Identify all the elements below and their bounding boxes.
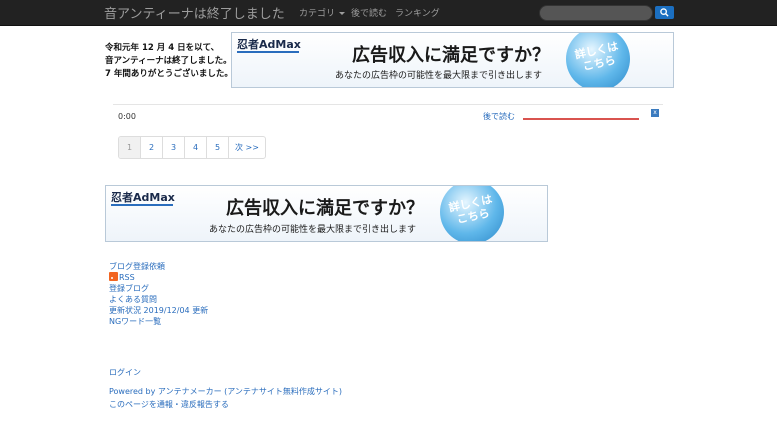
search-input[interactable] (539, 5, 653, 21)
ad-banner-top[interactable]: 忍者AdMax 広告収入に満足ですか？ あなたの広告枠の可能性を最大限まで引き出… (231, 32, 674, 88)
audio-player: 0:00 後で読む x (113, 104, 663, 125)
page-5[interactable]: 5 (207, 137, 229, 158)
ad-subline: あなたの広告枠の可能性を最大限まで引き出します (335, 71, 543, 81)
bottom-links: ログイン Powered by アンテナメーカー (アンテナサイト無料作成サイト… (109, 366, 342, 411)
page-3[interactable]: 3 (163, 137, 185, 158)
rss-link[interactable]: RSS (109, 272, 208, 283)
ad-subline: あなたの広告枠の可能性を最大限まで引き出します (209, 225, 417, 235)
top-navbar: 音アンティーナは終了しました カテゴリ 後で読む ランキング (0, 0, 777, 26)
page-2[interactable]: 2 (141, 137, 163, 158)
ad-logo-underline (237, 51, 299, 53)
pagination: 1 2 3 4 5 次 >> (118, 136, 266, 159)
report-link[interactable]: このページを通報・違反報告する (109, 398, 342, 411)
notice-line: 音アンティーナは終了しました。 (105, 56, 232, 66)
page-4[interactable]: 4 (185, 137, 207, 158)
close-button[interactable]: x (651, 109, 659, 117)
closure-notice: 令和元年 12 月 4 日を以て、 音アンティーナは終了しました。 7 年間あり… (105, 42, 233, 81)
nav-read-later[interactable]: 後で読む (351, 6, 387, 19)
nav-ranking[interactable]: ランキング (395, 6, 440, 19)
site-brand[interactable]: 音アンティーナは終了しました (104, 3, 285, 22)
search-icon (660, 8, 669, 17)
link-blog-registration[interactable]: ブログ登録依頼 (109, 261, 208, 272)
link-ng-words[interactable]: NGワード一覧 (109, 316, 208, 327)
caret-down-icon (339, 12, 346, 15)
nav-category-dropdown[interactable]: カテゴリ (299, 6, 346, 19)
rss-icon (109, 272, 118, 281)
link-registered-blogs[interactable]: 登録ブログ (109, 283, 208, 294)
nav-category-label: カテゴリ (299, 9, 336, 19)
page-1[interactable]: 1 (119, 137, 141, 158)
ad-logo-underline (111, 204, 173, 206)
footer-links: ブログ登録依頼 RSS 登録ブログ よくある質問 更新状況 2019/12/04… (109, 261, 208, 327)
player-time: 0:00 (118, 112, 136, 121)
rss-label: RSS (119, 273, 135, 282)
link-faq[interactable]: よくある質問 (109, 294, 208, 305)
ad-logo: 忍者AdMax (111, 191, 175, 204)
ad-headline: 広告収入に満足ですか？ (352, 45, 550, 66)
ad-banner-middle[interactable]: 忍者AdMax 広告収入に満足ですか？ あなたの広告枠の可能性を最大限まで引き出… (105, 185, 548, 242)
ad-logo: 忍者AdMax (237, 38, 301, 51)
read-later-link[interactable]: 後で読む (483, 111, 515, 122)
login-link[interactable]: ログイン (109, 366, 342, 379)
progress-bar[interactable] (523, 118, 639, 120)
ad-headline: 広告収入に満足ですか？ (226, 198, 424, 219)
search-button[interactable] (655, 6, 674, 19)
notice-line: 7 年間ありがとうございました。 (105, 69, 233, 79)
link-update-status[interactable]: 更新状況 2019/12/04 更新 (109, 305, 208, 316)
notice-line: 令和元年 12 月 4 日を以て、 (105, 43, 220, 53)
powered-by-link[interactable]: Powered by アンテナメーカー (アンテナサイト無料作成サイト) (109, 385, 342, 398)
page-next[interactable]: 次 >> (229, 137, 265, 158)
